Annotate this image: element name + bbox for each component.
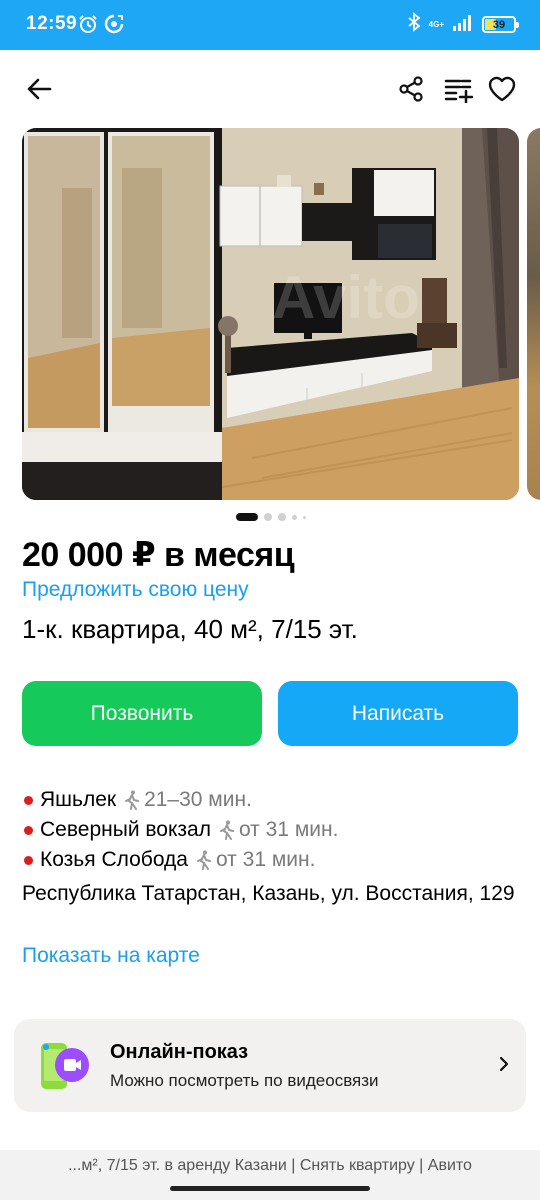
sync-icon: [104, 14, 124, 39]
online-viewing-title: Онлайн-показ: [110, 1041, 249, 1063]
home-indicator[interactable]: [170, 1186, 370, 1191]
listing-photo[interactable]: Avito: [22, 128, 519, 500]
back-button[interactable]: [22, 72, 56, 106]
walking-icon: [196, 850, 212, 870]
write-message-button[interactable]: Написать: [278, 681, 518, 746]
battery-level: 39: [492, 18, 506, 31]
metro-walk-time: 21–30 мин.: [144, 788, 252, 811]
pagination-dot: [303, 515, 306, 519]
pagination-dot: [292, 514, 297, 520]
compare-icon: [444, 79, 473, 103]
alarm-icon: [78, 14, 98, 39]
metro-station-name: Яшьлек: [40, 788, 117, 811]
show-on-map-link[interactable]: Показать на карте: [22, 944, 200, 968]
battery-icon: 39: [482, 16, 519, 33]
metro-station-item: Северный вокзал от 31 мин.: [22, 818, 338, 842]
metro-line-dot: [24, 825, 33, 835]
metro-station-item: Козья Слобода от 31 мин.: [22, 848, 315, 872]
photo-gallery[interactable]: Avito: [22, 128, 519, 500]
compare-button[interactable]: [441, 72, 475, 106]
pagination-dot: [278, 513, 286, 521]
online-viewing-subtitle: Можно посмотреть по видеосвязи: [110, 1071, 379, 1090]
gallery-pagination: [236, 513, 306, 521]
online-viewing-card[interactable]: Онлайн-показ Можно посмотреть по видеосв…: [14, 1019, 526, 1112]
favorite-button[interactable]: [485, 72, 519, 106]
network-type: 4G+: [428, 19, 444, 29]
avito-watermark: Avito: [272, 264, 420, 331]
metro-station-name: Северный вокзал: [40, 818, 211, 841]
metro-walk-time: от 31 мин.: [238, 818, 339, 841]
listing-title: 1-к. квартира, 40 м², 7/15 эт.: [22, 614, 358, 644]
chevron-right-icon: [498, 1055, 510, 1078]
share-icon: [399, 76, 423, 102]
metro-line-dot: [24, 855, 33, 865]
metro-line-dot: [24, 795, 33, 805]
metro-station-item: Яшьлек 21–30 мин.: [22, 788, 252, 812]
status-time: 12:59: [26, 13, 78, 34]
bluetooth-icon: [407, 12, 421, 37]
top-toolbar: [0, 50, 540, 128]
pagination-dot-active: [236, 513, 258, 521]
listing-price: 20 000 ₽ в месяц: [22, 536, 295, 574]
share-button[interactable]: [394, 72, 428, 106]
listing-address: Республика Татарстан, Казань, ул. Восста…: [22, 882, 515, 905]
metro-station-name: Козья Слобода: [40, 848, 188, 871]
browser-title-bar: ...м², 7/15 эт. в аренду Казани | Снять …: [0, 1150, 540, 1200]
signal-icon: [452, 13, 474, 36]
next-photo-peek[interactable]: [527, 128, 540, 500]
metro-walk-time: от 31 мин.: [215, 848, 316, 871]
walking-icon: [124, 790, 140, 810]
page-title-footer: ...м², 7/15 эт. в аренду Казани | Снять …: [68, 1157, 472, 1174]
walking-icon: [219, 820, 235, 840]
status-bar: 12:59 4G+ 39: [0, 0, 540, 50]
favorite-heart-icon: [488, 76, 516, 102]
video-call-icon: [38, 1039, 94, 1098]
call-button[interactable]: Позвонить: [22, 681, 262, 746]
back-arrow-icon: [27, 78, 52, 100]
pagination-dot: [264, 513, 272, 521]
offer-price-link[interactable]: Предложить свою цену: [22, 578, 249, 602]
